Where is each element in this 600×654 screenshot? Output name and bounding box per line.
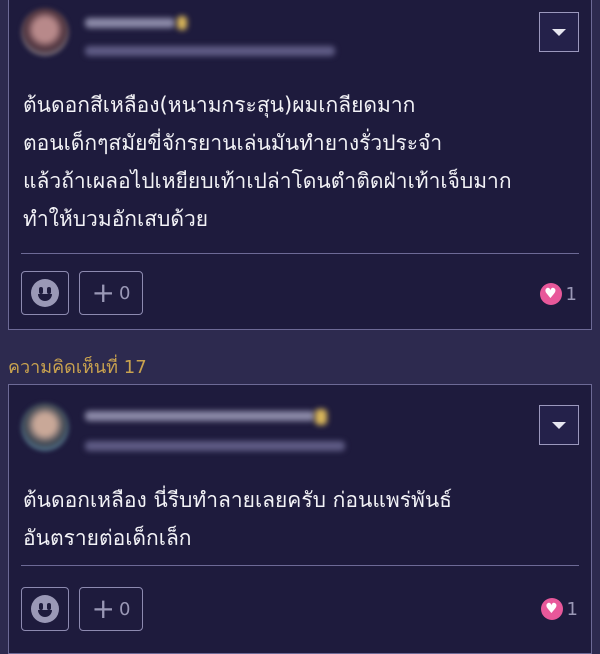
like-count: 1 (565, 283, 577, 305)
smiley-icon (31, 279, 59, 307)
plus-vote-button[interactable]: + 0 (79, 587, 143, 631)
like-count: 1 (566, 598, 578, 620)
like-indicator[interactable]: ♥ 1 (540, 598, 578, 620)
avatar[interactable] (21, 8, 69, 56)
emoji-reaction-button[interactable] (21, 271, 69, 315)
plus-count: 0 (119, 282, 131, 304)
chevron-down-icon (552, 28, 566, 36)
badge-icon (177, 16, 187, 30)
emoji-reaction-button[interactable] (21, 587, 69, 631)
plus-icon: + (91, 276, 115, 309)
plus-icon: + (91, 592, 115, 625)
avatar[interactable] (21, 403, 69, 451)
plus-count: 0 (119, 598, 131, 620)
comment-text: ต้นดอกสีเหลือง(หนามกระสุน)ผมเกลียดมาก ตอ… (23, 93, 512, 231)
comment-card: ต้นดอกสีเหลือง(หนามกระสุน)ผมเกลียดมาก ตอ… (8, 0, 592, 330)
heart-icon: ♥ (540, 598, 563, 620)
heart-icon: ♥ (539, 283, 562, 305)
username-blurred[interactable] (85, 18, 175, 28)
divider (21, 253, 579, 254)
chevron-down-icon (552, 421, 566, 429)
timestamp-blurred (85, 441, 345, 451)
comment-menu-button[interactable] (539, 405, 579, 445)
plus-vote-button[interactable]: + 0 (79, 271, 143, 315)
timestamp-blurred (85, 46, 335, 56)
comment-card: ต้นดอกเหลือง นี่รีบทำลายเลยครับ ก่อนแพร่… (8, 384, 592, 654)
divider (21, 565, 579, 566)
comment-number-label: ความคิดเห็นที่ 17 (8, 357, 147, 378)
smiley-icon (31, 595, 59, 623)
comment-text: ต้นดอกเหลือง นี่รีบทำลายเลยครับ ก่อนแพร่… (23, 488, 452, 550)
badge-icon (315, 409, 327, 425)
like-indicator[interactable]: ♥ 1 (539, 283, 577, 305)
username-blurred[interactable] (85, 411, 315, 421)
comment-menu-button[interactable] (539, 12, 579, 52)
